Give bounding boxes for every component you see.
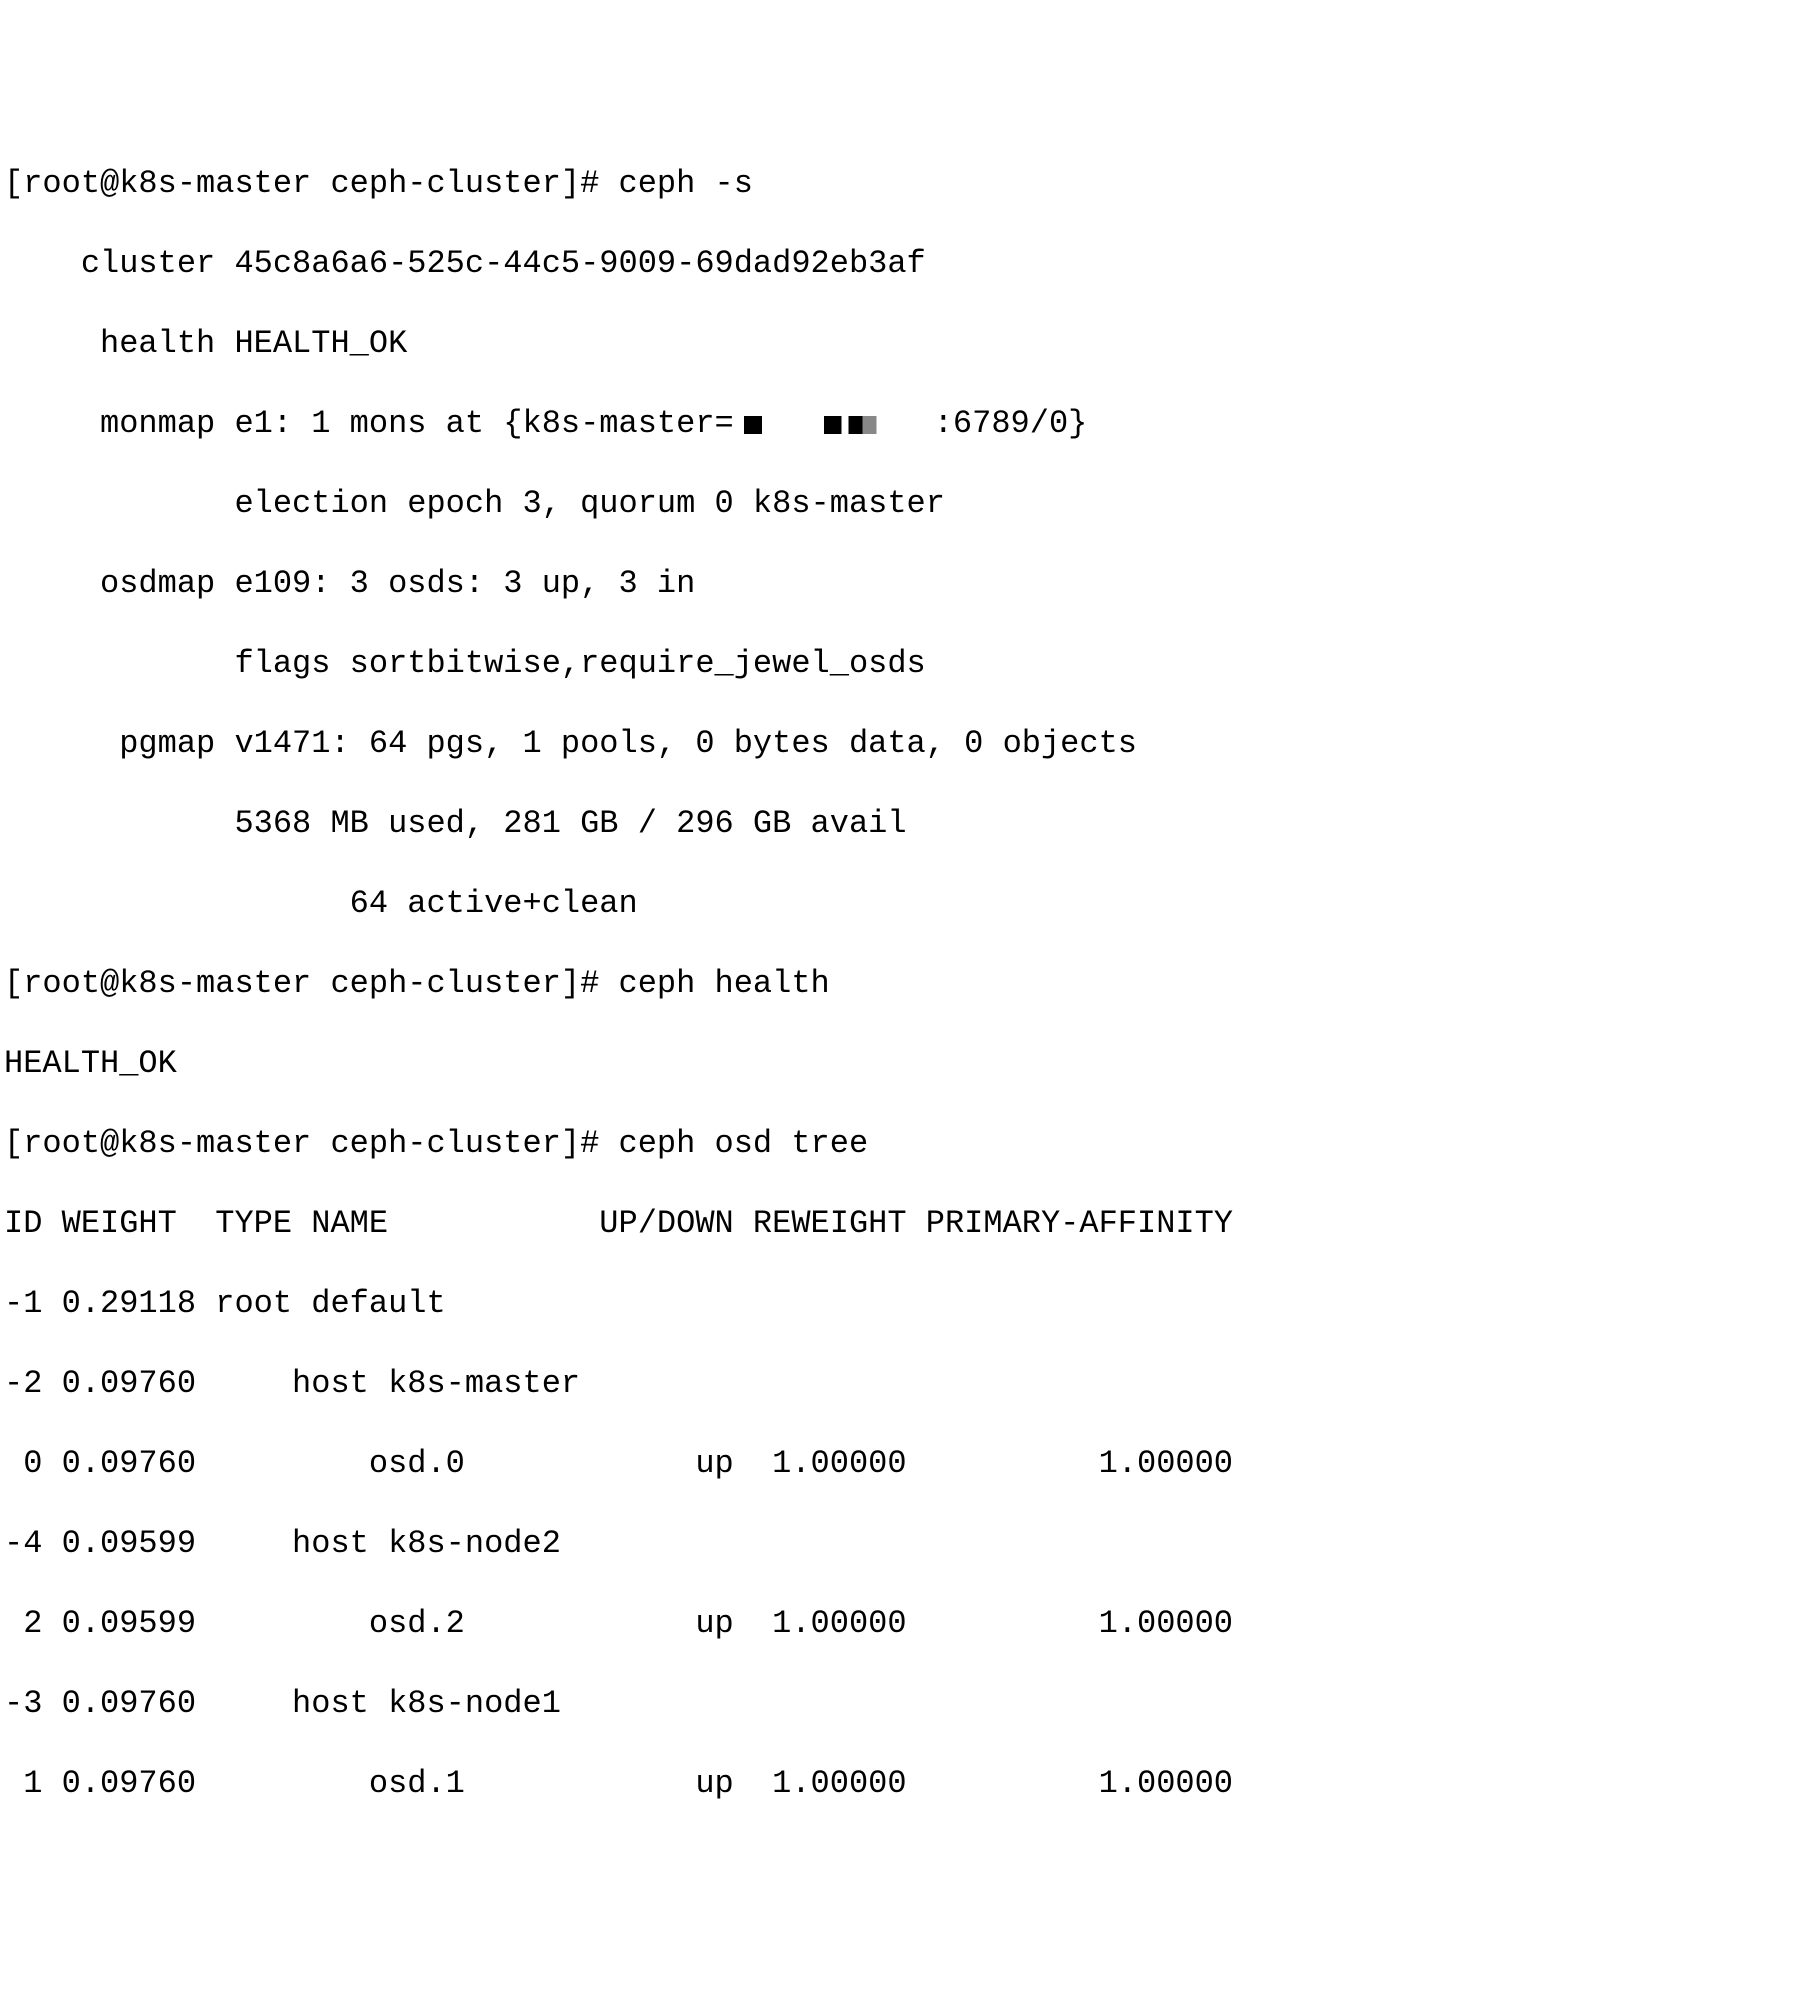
- prompt-line-2: [root@k8s-master ceph-cluster]# ceph hea…: [4, 964, 1812, 1004]
- shell-prompt: [root@k8s-master ceph-cluster]#: [4, 1125, 619, 1162]
- osdmap-line: osdmap e109: 3 osds: 3 up, 3 in: [4, 564, 1812, 604]
- table-row: -3 0.09760 host k8s-node1: [4, 1684, 1812, 1724]
- table-row: 2 0.09599 osd.2 up 1.00000 1.00000: [4, 1604, 1812, 1644]
- cluster-id: 45c8a6a6-525c-44c5-9009-69dad92eb3af: [234, 245, 925, 282]
- health-output: HEALTH_OK: [4, 1044, 1812, 1084]
- shell-prompt: [root@k8s-master ceph-cluster]#: [4, 165, 619, 202]
- table-row: -2 0.09760 host k8s-master: [4, 1364, 1812, 1404]
- table-row: 0 0.09760 osd.0 up 1.00000 1.00000: [4, 1444, 1812, 1484]
- pgstate-line: 64 active+clean: [4, 884, 1812, 924]
- health-value: HEALTH_OK: [234, 325, 407, 362]
- osd-tree-header: ID WEIGHT TYPE NAME UP/DOWN REWEIGHT PRI…: [4, 1204, 1812, 1244]
- election-line: election epoch 3, quorum 0 k8s-master: [4, 484, 1812, 524]
- command-text: ceph -s: [619, 165, 753, 202]
- prompt-line-3: [root@k8s-master ceph-cluster]# ceph osd…: [4, 1124, 1812, 1164]
- command-text: ceph health: [619, 965, 830, 1002]
- flags-line: flags sortbitwise,require_jewel_osds: [4, 644, 1812, 684]
- table-row: -1 0.29118 root default: [4, 1284, 1812, 1324]
- shell-prompt: [root@k8s-master ceph-cluster]#: [4, 965, 619, 1002]
- command-text: ceph osd tree: [619, 1125, 869, 1162]
- usage-line: 5368 MB used, 281 GB / 296 GB avail: [4, 804, 1812, 844]
- table-row: -4 0.09599 host k8s-node2: [4, 1524, 1812, 1564]
- pgmap-line: pgmap v1471: 64 pgs, 1 pools, 0 bytes da…: [4, 724, 1812, 764]
- redacted-ip: [734, 408, 934, 440]
- health-line: health HEALTH_OK: [4, 324, 1812, 364]
- prompt-line-1: [root@k8s-master ceph-cluster]# ceph -s: [4, 164, 1812, 204]
- cluster-line: cluster 45c8a6a6-525c-44c5-9009-69dad92e…: [4, 244, 1812, 284]
- monmap-line: monmap e1: 1 mons at {k8s-master=:6789/0…: [4, 404, 1812, 444]
- table-row: 1 0.09760 osd.1 up 1.00000 1.00000: [4, 1764, 1812, 1804]
